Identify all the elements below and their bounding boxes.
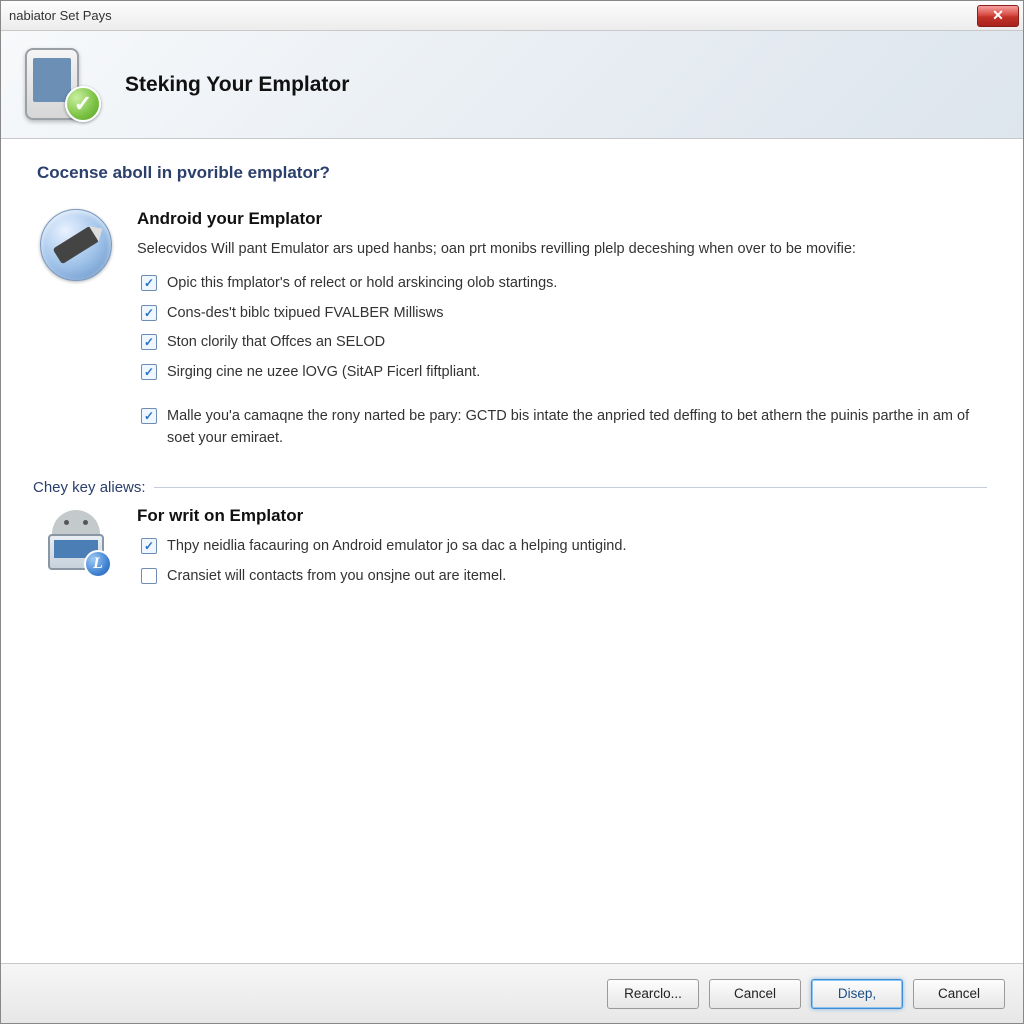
fieldset-label: Chey key aliews:	[33, 479, 987, 496]
pencil-icon	[40, 209, 112, 281]
section1-description: Selecvidos Will pant Emulator ars uped h…	[137, 239, 987, 261]
checkmark-icon: ✓	[65, 86, 101, 122]
list-item: ✓ Thpy neidlia facauring on Android emul…	[141, 536, 987, 558]
banner: ✓ Steking Your Emplator	[1, 31, 1023, 139]
list-item: ✓ Ston clorily that Offces an SELOD	[141, 332, 987, 354]
info-badge-icon: L	[84, 550, 112, 578]
section1-checklist: ✓ Opic this fmplator's of relect or hold…	[137, 273, 987, 450]
checkbox[interactable]: ✓	[141, 538, 157, 554]
close-icon: ✕	[992, 7, 1004, 24]
content-area: Cocense aboll in pvorible emplator? Andr…	[1, 139, 1023, 963]
section1-title: Android your Emplator	[137, 209, 987, 229]
checkbox-label: Thpy neidlia facauring on Android emulat…	[167, 536, 626, 558]
section2-title: For writ on Emplator	[137, 506, 987, 526]
checkbox-label: Cons-des't biblc txipued FVALBER Millisw…	[167, 303, 443, 325]
cancel-button-2[interactable]: Cancel	[913, 979, 1005, 1009]
list-item: ✓ Opic this fmplator's of relect or hold…	[141, 273, 987, 295]
titlebar: nabiator Set Pays ✕	[1, 1, 1023, 31]
checkbox-label: Sirging cine ne uzee lOVG (SitAP Ficerl …	[167, 362, 480, 384]
checkbox[interactable]: ✓	[141, 275, 157, 291]
section-android-emulator: Android your Emplator Selecvidos Will pa…	[37, 209, 987, 457]
window-title: nabiator Set Pays	[9, 8, 112, 23]
dialog-window: nabiator Set Pays ✕ ✓ Steking Your Empla…	[0, 0, 1024, 1024]
checkbox-label: Malle you'a camaqne the rony narted be p…	[167, 406, 987, 450]
cancel-button[interactable]: Cancel	[709, 979, 801, 1009]
checkbox[interactable]: ✓	[141, 408, 157, 424]
banner-title: Steking Your Emplator	[125, 73, 349, 97]
section-write-emulator: L For writ on Emplator ✓ Thpy neidlia fa…	[37, 506, 987, 596]
close-button[interactable]: ✕	[977, 5, 1019, 27]
checkbox-label: Cransiet will contacts from you onsjne o…	[167, 566, 506, 588]
button-bar: Rearclo... Cancel Disep, Cancel	[1, 963, 1023, 1023]
disep-button[interactable]: Disep,	[811, 979, 903, 1009]
checkbox[interactable]: ✓	[141, 364, 157, 380]
rearclo-button[interactable]: Rearclo...	[607, 979, 699, 1009]
checkbox-label: Ston clorily that Offces an SELOD	[167, 332, 385, 354]
question-heading: Cocense aboll in pvorible emplator?	[37, 163, 987, 183]
checkbox-label: Opic this fmplator's of relect or hold a…	[167, 273, 557, 295]
list-item: ✓ Cons-des't biblc txipued FVALBER Milli…	[141, 303, 987, 325]
checkbox[interactable]: ✓	[141, 334, 157, 350]
section2-checklist: ✓ Thpy neidlia facauring on Android emul…	[137, 536, 987, 588]
android-computer-icon: L	[40, 506, 112, 578]
list-item: ✓ Sirging cine ne uzee lOVG (SitAP Ficer…	[141, 362, 987, 384]
checkbox[interactable]: ✓	[141, 568, 157, 584]
list-item: ✓ Cransiet will contacts from you onsjne…	[141, 566, 987, 588]
divider	[154, 487, 987, 488]
list-item: ✓ Malle you'a camaqne the rony narted be…	[141, 406, 987, 450]
device-icon: ✓	[25, 46, 103, 124]
checkbox[interactable]: ✓	[141, 305, 157, 321]
